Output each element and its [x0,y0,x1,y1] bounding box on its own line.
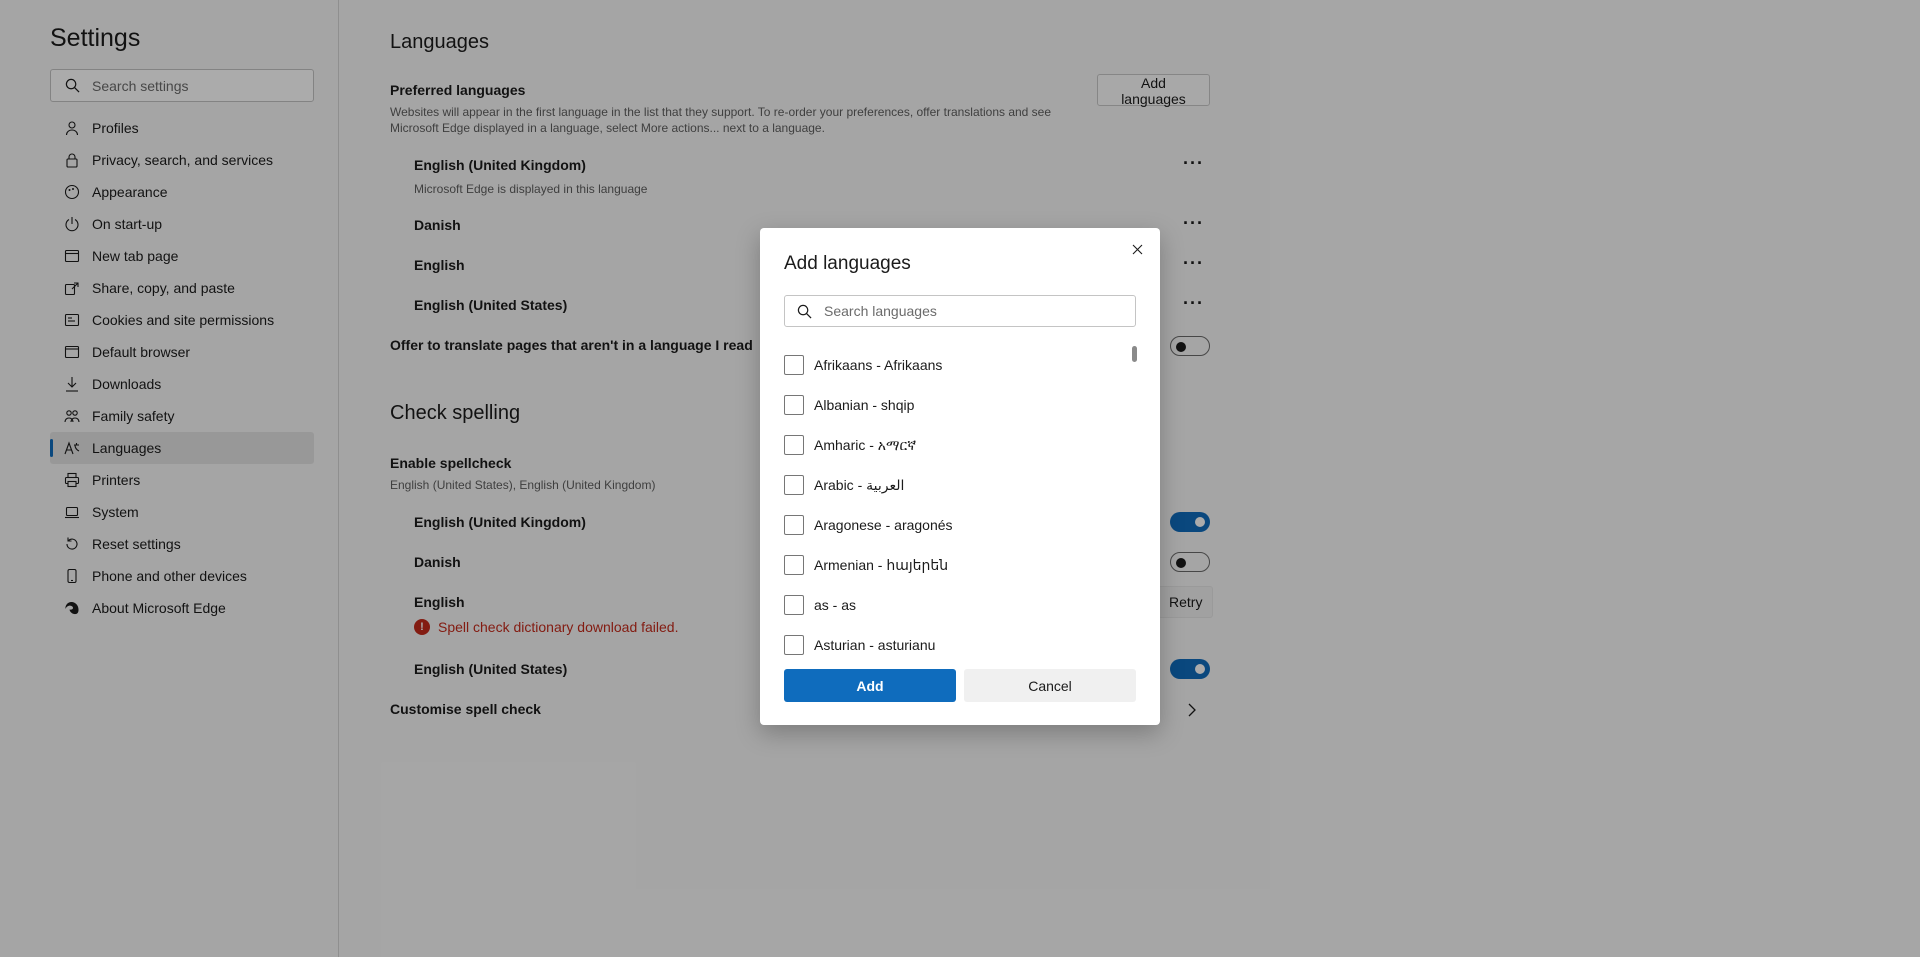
language-option[interactable]: Asturian - asturianu [784,625,1136,665]
checkbox[interactable] [784,595,804,615]
language-option-label: Amharic - አማርኛ [814,436,917,453]
language-option[interactable]: Armenian - հայերեն [784,545,1136,585]
language-option-label: Asturian - asturianu [814,637,936,653]
language-option[interactable]: Aragonese - aragonés [784,505,1136,545]
checkbox[interactable] [784,355,804,375]
search-icon [797,304,812,318]
checkbox[interactable] [784,395,804,415]
cancel-button[interactable]: Cancel [964,669,1136,702]
language-option[interactable]: Arabic - العربية [784,465,1136,505]
checkbox[interactable] [784,515,804,535]
scrollbar-thumb[interactable] [1132,346,1137,362]
checkbox[interactable] [784,555,804,575]
checkbox[interactable] [784,635,804,655]
language-search-box[interactable] [784,295,1136,327]
language-search-input[interactable] [824,303,1124,319]
language-list[interactable]: Afrikaans - Afrikaans Albanian - shqip A… [784,345,1136,675]
language-option-label: as - as [814,597,857,613]
language-option-label: Albanian - shqip [814,397,915,413]
language-option[interactable]: Afrikaans - Afrikaans [784,345,1136,385]
dialog-title: Add languages [784,253,911,274]
language-option[interactable]: as - as [784,585,1136,625]
language-option[interactable]: Albanian - shqip [784,385,1136,425]
language-option-label: Afrikaans - Afrikaans [814,357,943,373]
language-option-label: Armenian - հայերեն [814,556,949,573]
close-button[interactable] [1128,240,1146,258]
add-button[interactable]: Add [784,669,956,702]
checkbox[interactable] [784,435,804,455]
language-option-label: Arabic - العربية [814,476,905,493]
add-languages-dialog: Add languages Afrikaans - Afrikaans Alba… [760,228,1160,725]
language-option-label: Aragonese - aragonés [814,517,953,533]
checkbox[interactable] [784,475,804,495]
language-option[interactable]: Amharic - አማርኛ [784,425,1136,465]
close-icon [1132,244,1142,254]
